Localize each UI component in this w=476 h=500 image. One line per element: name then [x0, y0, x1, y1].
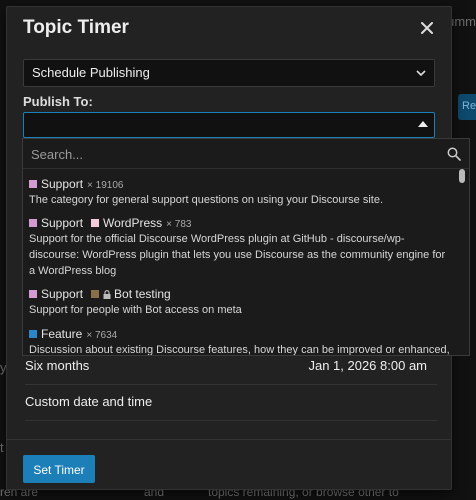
timer-type-value: Schedule Publishing: [32, 65, 150, 80]
category-color-swatch: [29, 219, 37, 227]
chevron-down-icon: [416, 70, 426, 77]
divider: [25, 420, 437, 421]
time-option-custom[interactable]: Custom date and time: [25, 394, 437, 409]
category-color-swatch: [91, 290, 100, 298]
time-option-label: Six months: [25, 358, 90, 373]
category-name: Feature: [41, 327, 83, 341]
modal-title: Topic Timer: [23, 17, 129, 38]
time-option-six-months[interactable]: Six months Jan 1, 2026 8:00 am: [25, 358, 437, 373]
category-dropdown: Support× 19106 The category for general …: [22, 138, 470, 356]
category-description: The category for general support questio…: [29, 194, 384, 206]
time-option-date: Jan 1, 2026 8:00 am: [308, 358, 427, 373]
publish-to-category-chooser[interactable]: [23, 112, 435, 138]
category-color-swatch: [91, 219, 100, 227]
category-name: Support: [41, 287, 84, 301]
lock-icon: [103, 290, 111, 299]
subcategory-name: Bot testing: [114, 287, 171, 301]
category-color-swatch: [29, 180, 37, 188]
category-name: Support: [41, 216, 84, 230]
set-timer-button[interactable]: Set Timer: [23, 455, 95, 483]
category-search-input[interactable]: [29, 143, 425, 165]
category-description: Discussion about existing Discourse feat…: [29, 344, 450, 356]
divider: [25, 384, 437, 385]
category-name: Support: [41, 177, 84, 191]
topic-count: × 19106: [87, 180, 124, 191]
dropdown-scrollbar[interactable]: [459, 169, 465, 355]
close-button[interactable]: [415, 15, 439, 39]
category-description: Support for the official Discourse WordP…: [29, 233, 446, 277]
background-reply-button: Re: [458, 94, 476, 120]
background-text-fragment: t: [0, 440, 4, 455]
search-icon[interactable]: [447, 147, 461, 161]
category-option-support[interactable]: Support × 19106 The category for general …: [29, 176, 453, 208]
time-option-label: Custom date and time: [25, 394, 153, 409]
topic-count: × 783: [166, 219, 192, 230]
topic-count: × 7634: [86, 330, 118, 341]
footer-divider: [7, 439, 451, 440]
timer-type-select[interactable]: Schedule Publishing: [23, 59, 435, 87]
dropdown-search-row: [23, 139, 469, 169]
subcategory-name: WordPress: [103, 216, 163, 230]
publish-to-label: Publish To:: [23, 94, 93, 109]
category-option-support-bot-testing[interactable]: Support Bot testing Support for people wi…: [29, 286, 453, 318]
caret-up-icon: [418, 121, 428, 127]
category-option-feature[interactable]: Feature × 7634 Discussion about existing …: [29, 326, 453, 356]
category-color-swatch: [29, 290, 37, 298]
close-icon: [421, 22, 433, 34]
scrollbar-thumb[interactable]: [459, 169, 465, 183]
category-description: Support for people with Bot access on me…: [29, 304, 242, 316]
category-option-support-wordpress[interactable]: Support WordPress × 783 Support for the of…: [29, 215, 453, 279]
category-color-swatch: [29, 330, 37, 338]
